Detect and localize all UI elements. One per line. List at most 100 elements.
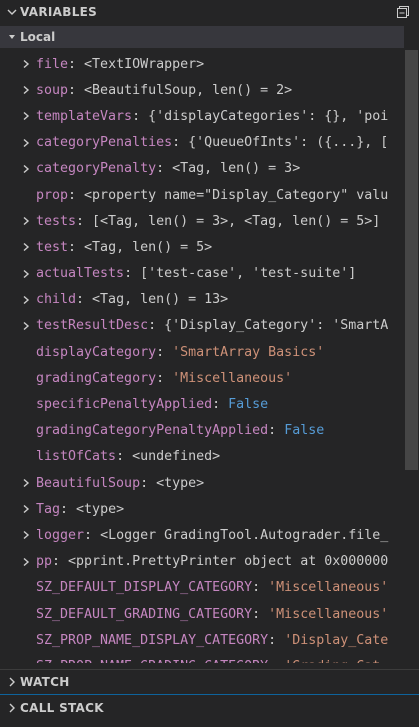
variable-row[interactable]: pp: <pprint.PrettyPrinter object at 0x00… bbox=[0, 549, 404, 575]
name-value-separator: : bbox=[172, 135, 189, 151]
variable-value: {'Display_Category': 'SmartA bbox=[164, 318, 389, 334]
panel-title: VARIABLES bbox=[20, 5, 98, 19]
variable-row[interactable]: gradingCategory: 'Miscellaneous' bbox=[0, 365, 404, 391]
variable-row[interactable]: file: <TextIOWrapper> bbox=[0, 51, 404, 77]
variable-row[interactable]: SZ_PROP_NAME_GRADING_CATEGORY: 'Grading_… bbox=[0, 653, 404, 663]
name-value-separator: : bbox=[268, 423, 285, 439]
name-value-separator: : bbox=[68, 82, 85, 98]
variable-row[interactable]: SZ_DEFAULT_GRADING_CATEGORY: 'Miscellane… bbox=[0, 601, 404, 627]
variable-name: Tag bbox=[36, 501, 61, 517]
collapse-all-icon[interactable] bbox=[395, 4, 411, 20]
variable-row[interactable]: logger: <Logger GradingTool.Autograder.f… bbox=[0, 522, 404, 548]
variable-value: <type> bbox=[76, 501, 125, 517]
chevron-right-icon[interactable] bbox=[19, 242, 33, 252]
name-value-separator: : bbox=[156, 344, 173, 360]
variable-name: prop bbox=[36, 187, 69, 203]
variable-value: 'SmartArray Basics' bbox=[172, 344, 325, 360]
local-scope-header[interactable]: Local bbox=[0, 26, 404, 48]
name-value-separator: : bbox=[268, 632, 285, 648]
chevron-right-icon[interactable] bbox=[19, 138, 33, 148]
variable-value: {'displayCategories': {}, 'poi bbox=[148, 108, 389, 124]
chevron-right-icon[interactable] bbox=[19, 295, 33, 305]
variable-row[interactable]: child: <Tag, len() = 13> bbox=[0, 287, 404, 313]
variable-value: <undefined> bbox=[132, 449, 221, 465]
variable-value: 'Miscellaneous' bbox=[268, 580, 389, 596]
chevron-down-icon bbox=[4, 4, 20, 20]
variable-row[interactable]: categoryPenalty: <Tag, len() = 3> bbox=[0, 156, 404, 182]
name-value-separator: : bbox=[68, 56, 85, 72]
variable-row[interactable]: displayCategory: 'SmartArray Basics' bbox=[0, 339, 404, 365]
variables-panel-header[interactable]: VARIABLES bbox=[0, 0, 419, 24]
variable-row[interactable]: templateVars: {'displayCategories': {}, … bbox=[0, 103, 404, 129]
variable-value: 'Grading_Cat bbox=[284, 659, 380, 663]
chevron-right-icon[interactable] bbox=[19, 321, 33, 331]
variable-row[interactable]: prop: <property name="Display_Category" … bbox=[0, 182, 404, 208]
variable-row[interactable]: SZ_PROP_NAME_DISPLAY_CATEGORY: 'Display_… bbox=[0, 627, 404, 653]
name-value-separator: : bbox=[268, 659, 284, 663]
name-value-separator: : bbox=[84, 527, 101, 543]
variable-name: categoryPenalties bbox=[36, 135, 173, 151]
variable-row[interactable]: gradingCategoryPenaltyApplied: False bbox=[0, 418, 404, 444]
variable-value: <Tag, len() = 13> bbox=[92, 292, 229, 308]
scrollbar-thumb[interactable] bbox=[405, 50, 418, 470]
chevron-right-icon bbox=[4, 677, 20, 687]
watch-section-header[interactable]: WATCH bbox=[0, 669, 419, 693]
variable-row[interactable]: Tag: <type> bbox=[0, 496, 404, 522]
name-value-separator: : bbox=[60, 501, 77, 517]
variable-row[interactable]: testResultDesc: {'Display_Category': 'Sm… bbox=[0, 313, 404, 339]
chevron-right-icon[interactable] bbox=[19, 216, 33, 226]
variable-name: tests bbox=[36, 213, 77, 229]
call-stack-section-header[interactable]: CALL STACK bbox=[0, 695, 419, 721]
variable-name: soup bbox=[36, 82, 69, 98]
variable-value: <Tag, len() = 5> bbox=[84, 239, 213, 255]
variable-name: SZ_DEFAULT_GRADING_CATEGORY bbox=[36, 606, 253, 622]
variable-name: categoryPenalty bbox=[36, 161, 157, 177]
variable-row[interactable]: categoryPenalties: {'QueueOfInts': ({...… bbox=[0, 130, 404, 156]
name-value-separator: : bbox=[252, 606, 269, 622]
name-value-separator: : bbox=[148, 318, 165, 334]
chevron-right-icon[interactable] bbox=[19, 111, 33, 121]
watch-label: WATCH bbox=[20, 674, 70, 689]
variable-name: templateVars bbox=[36, 108, 133, 124]
name-value-separator: : bbox=[124, 266, 141, 282]
chevron-right-icon[interactable] bbox=[19, 85, 33, 95]
variable-row[interactable]: actualTests: ['test-case', 'test-suite'] bbox=[0, 261, 404, 287]
variable-value: <Tag, len() = 3> bbox=[172, 161, 301, 177]
name-value-separator: : bbox=[76, 292, 93, 308]
variable-value: 'Display_Cate bbox=[284, 632, 389, 648]
variable-name: file bbox=[36, 56, 69, 72]
variable-value: 'Miscellaneous' bbox=[268, 606, 389, 622]
variable-value: False bbox=[228, 397, 269, 413]
name-value-separator: : bbox=[156, 370, 173, 386]
name-value-separator: : bbox=[252, 580, 269, 596]
chevron-right-icon[interactable] bbox=[19, 504, 33, 514]
variable-value: [<Tag, len() = 3>, <Tag, len() = 5>] bbox=[92, 213, 381, 229]
variable-name: listOfCats bbox=[36, 449, 117, 465]
chevron-right-icon[interactable] bbox=[19, 557, 33, 567]
variable-row[interactable]: BeautifulSoup: <type> bbox=[0, 470, 404, 496]
chevron-right-icon[interactable] bbox=[19, 269, 33, 279]
variable-row[interactable]: SZ_DEFAULT_DISPLAY_CATEGORY: 'Miscellane… bbox=[0, 575, 404, 601]
variable-name: SZ_DEFAULT_DISPLAY_CATEGORY bbox=[36, 580, 253, 596]
chevron-down-icon bbox=[4, 32, 20, 42]
variable-value: False bbox=[284, 423, 325, 439]
chevron-right-icon[interactable] bbox=[19, 59, 33, 69]
variables-tree: file: <TextIOWrapper> soup: <BeautifulSou… bbox=[0, 51, 404, 663]
variable-value: <TextIOWrapper> bbox=[84, 56, 205, 72]
variable-row[interactable]: listOfCats: <undefined> bbox=[0, 444, 404, 470]
name-value-separator: : bbox=[52, 554, 69, 570]
chevron-right-icon[interactable] bbox=[19, 164, 33, 174]
variable-name: test bbox=[36, 239, 69, 255]
chevron-right-icon[interactable] bbox=[19, 478, 33, 488]
variable-value: <Logger GradingTool.Autograder.file_ bbox=[100, 527, 389, 543]
variable-value: <pprint.PrettyPrinter object at 0x000000 bbox=[68, 554, 389, 570]
variable-row[interactable]: specificPenaltyApplied: False bbox=[0, 391, 404, 417]
variable-row[interactable]: soup: <BeautifulSoup, len() = 2> bbox=[0, 77, 404, 103]
variable-row[interactable]: tests: [<Tag, len() = 3>, <Tag, len() = … bbox=[0, 208, 404, 234]
name-value-separator: : bbox=[68, 187, 85, 203]
variable-row[interactable]: test: <Tag, len() = 5> bbox=[0, 234, 404, 260]
chevron-right-icon[interactable] bbox=[19, 530, 33, 540]
name-value-separator: : bbox=[212, 397, 229, 413]
local-scope-label: Local bbox=[20, 30, 56, 44]
variable-name: logger bbox=[36, 527, 85, 543]
